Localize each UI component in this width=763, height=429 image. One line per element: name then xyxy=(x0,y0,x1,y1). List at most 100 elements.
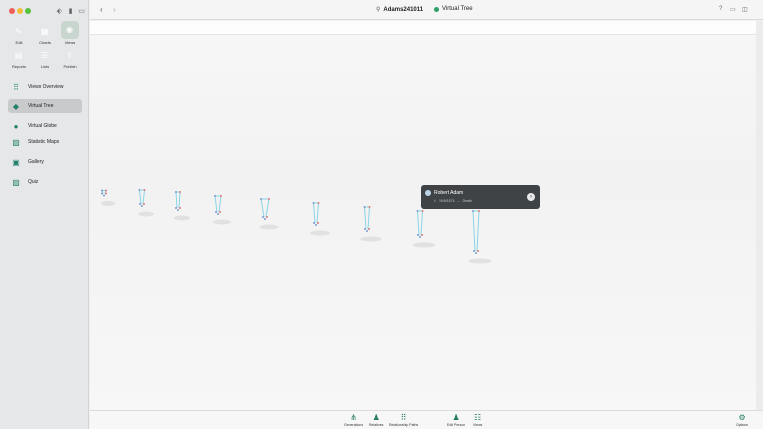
person-node xyxy=(105,189,107,192)
person-node xyxy=(368,206,371,208)
tree-node-cluster[interactable] xyxy=(138,189,154,217)
report-icon: ▤ xyxy=(14,51,23,60)
person-node xyxy=(477,250,479,252)
gallery-icon: ▣ xyxy=(12,157,20,167)
person-node xyxy=(268,198,270,200)
person-detail: † 19/9/1574 – Death xyxy=(434,199,472,203)
sidebar-item-gallery[interactable]: ▣ Gallery xyxy=(8,155,82,169)
person-node xyxy=(421,210,424,212)
person-node xyxy=(264,218,266,220)
node-shadow xyxy=(173,215,191,221)
tree-node-cluster[interactable] xyxy=(412,210,436,248)
lists-tile-label: Lists xyxy=(40,64,50,69)
open-person-button[interactable]: › xyxy=(527,193,535,201)
views-tile-label: Views xyxy=(64,40,76,45)
person-avatar xyxy=(425,190,431,196)
person-popup[interactable]: Robert Adam † 19/9/1574 – Death › xyxy=(421,185,540,209)
person-node xyxy=(364,228,366,230)
bookmark-icon[interactable]: ▮ xyxy=(67,7,74,15)
relationship-line xyxy=(367,206,370,230)
relatives-label: Relatives xyxy=(369,423,384,427)
virtual-tree-icon xyxy=(434,6,439,12)
sidebar-item-views-overview[interactable]: ⠿ Views Overview xyxy=(8,80,82,94)
edit-tile[interactable]: ✎ xyxy=(11,24,26,39)
charts-tile-label: Charts xyxy=(39,40,51,45)
node-shadow xyxy=(101,201,115,206)
charts-tile[interactable]: ▦ xyxy=(37,24,52,39)
views-button[interactable]: ☷ Views xyxy=(473,413,482,427)
person-node xyxy=(260,198,262,200)
person-node xyxy=(105,192,107,195)
tree-node-cluster[interactable] xyxy=(213,195,231,225)
charts-icon: ▦ xyxy=(40,27,49,36)
person-node xyxy=(473,250,475,252)
tree-node-cluster[interactable] xyxy=(310,202,330,236)
relationship-line xyxy=(472,210,476,252)
relationship-paths-button[interactable]: ⠿ Relationship Paths xyxy=(389,413,418,427)
node-shadow xyxy=(138,211,154,217)
options-button[interactable]: ⚙ Options xyxy=(736,413,748,427)
person-node xyxy=(315,224,317,226)
inspector-toggle-icon[interactable]: ◫ xyxy=(742,6,748,13)
forward-chevron-icon[interactable]: › xyxy=(113,5,116,14)
sidebar-item-label: Virtual Globe xyxy=(28,123,57,129)
person-node xyxy=(478,210,480,212)
views-label: Views xyxy=(473,423,483,427)
reports-tile-label: Reports xyxy=(11,64,26,69)
maximize-window-button[interactable] xyxy=(25,8,31,14)
person-name: Robert Adam xyxy=(434,190,464,196)
relationship-line xyxy=(265,198,270,218)
eye-icon: ◉ xyxy=(66,25,73,34)
reports-tile[interactable]: ▤ xyxy=(11,48,26,63)
person-node xyxy=(141,205,143,207)
list-icon: ☰ xyxy=(40,51,49,60)
edit-person-button[interactable]: ♟ Edit Person xyxy=(447,413,465,427)
sidebar: ⬖ ▮ ▭ ✎ Edit ▦ Charts ◉ Views ▤ Reports … xyxy=(0,0,89,429)
person-node xyxy=(214,195,216,197)
person-node xyxy=(475,252,477,254)
tree-node-cluster[interactable] xyxy=(468,210,492,264)
close-window-button[interactable] xyxy=(9,8,15,14)
sidebar-item-statistic-maps[interactable]: ▧ Statistic Maps xyxy=(8,135,82,149)
tree-cube-icon: ◆ xyxy=(12,101,20,111)
views-tile[interactable]: ◉ xyxy=(62,22,77,37)
person-node xyxy=(313,222,315,224)
person-node xyxy=(143,189,146,191)
relationship-line xyxy=(476,210,480,252)
publish-tile[interactable]: ⇪ xyxy=(62,48,77,63)
person-node xyxy=(366,230,368,232)
tree-node-cluster[interactable] xyxy=(101,189,115,207)
sidebar-item-virtual-tree[interactable]: ◆ Virtual Tree xyxy=(8,99,82,113)
help-icon[interactable]: ? xyxy=(719,6,722,12)
sidebar-toggle-icon[interactable]: ▭ xyxy=(78,7,85,15)
window-title-text: Adams241011 xyxy=(383,6,424,13)
minimize-window-button[interactable] xyxy=(17,8,23,14)
person-node xyxy=(472,210,474,212)
person-node xyxy=(103,194,105,197)
person-node xyxy=(101,192,103,195)
back-chevron-icon[interactable]: ‹ xyxy=(100,5,103,14)
tag-icon[interactable]: ⬖ xyxy=(56,7,63,15)
generations-button[interactable]: ⋔ Generations xyxy=(344,413,363,427)
sidebar-item-virtual-globe[interactable]: ● Virtual Globe xyxy=(8,119,82,133)
relatives-button[interactable]: ♟ Relatives xyxy=(369,413,383,427)
relationship-line xyxy=(364,206,367,230)
relatives-icon: ♟ xyxy=(372,413,380,422)
window-layout-icon[interactable]: ▭ xyxy=(730,6,736,13)
tree-node-cluster[interactable] xyxy=(173,191,191,221)
edit-person-icon: ♟ xyxy=(452,413,460,422)
lists-tile[interactable]: ☰ xyxy=(37,48,52,63)
sidebar-toolbar: ⬖ ▮ ▭ xyxy=(56,7,85,15)
relationship-line xyxy=(178,191,181,209)
sidebar-item-quiz[interactable]: ▨ Quiz xyxy=(8,175,82,189)
person-node xyxy=(179,207,181,209)
upload-icon: ⇪ xyxy=(66,51,73,60)
person-node xyxy=(179,191,181,193)
tree-node-cluster[interactable] xyxy=(259,198,279,230)
virtual-tree-graph[interactable] xyxy=(90,21,756,410)
node-shadow xyxy=(412,242,436,248)
person-node xyxy=(175,191,177,193)
tree-node-cluster[interactable] xyxy=(360,206,382,242)
family-tree-icon: ⚲ xyxy=(376,7,381,13)
relationship-line xyxy=(175,191,178,209)
